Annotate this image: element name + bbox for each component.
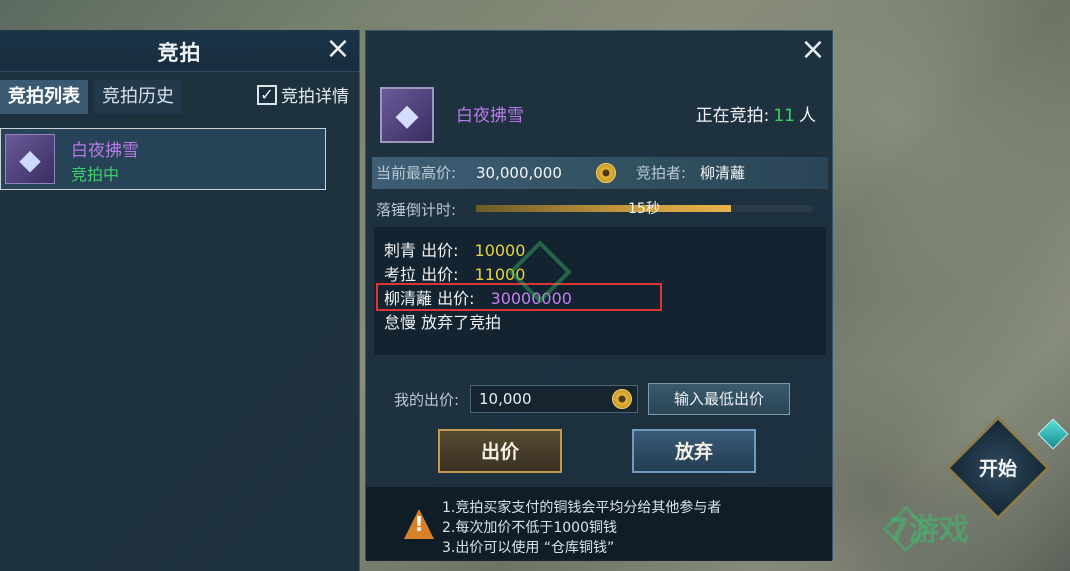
log-entry: 怠慢 放弃了竞拍 (384, 309, 501, 333)
my-bid-label: 我的出价: (394, 391, 460, 409)
item-icon: ◆ (5, 134, 55, 184)
checkbox-checked-icon[interactable]: ✓ (257, 84, 277, 105)
close-icon[interactable]: × (323, 34, 353, 65)
bid-button[interactable]: 出价 (438, 429, 562, 473)
bidding-unit: 人 (799, 106, 816, 126)
bidding-label: 正在竞拍: (695, 106, 770, 126)
auction-list-panel: 竞拍 × 竞拍列表 竞拍历史 ✓ 竞拍详情 ◆ 白夜拂雪 竞拍中 (0, 30, 360, 571)
start-label: 开始 (978, 458, 1017, 480)
log-player: 柳清蘺 (384, 289, 433, 308)
item-status: 竞拍中 (71, 165, 120, 184)
auction-list-item[interactable]: ◆ 白夜拂雪 竞拍中 (0, 128, 326, 190)
auction-list-header: 竞拍 × (0, 30, 359, 72)
coin-icon (596, 163, 616, 183)
tip-line: 3.出价可以使用 “仓库铜钱” (442, 540, 615, 556)
bidding-count: 正在竞拍: 11 人 (696, 101, 816, 126)
item-name: 白夜拂雪 (71, 141, 139, 161)
log-entry: 考拉 出价: 11000 (384, 261, 525, 285)
log-action: 放弃了竞拍 (421, 313, 502, 332)
tips-area: ! 1.竞拍买家支付的铜钱会平均分给其他参与者 2.每次加价不低于1000铜钱 … (366, 487, 832, 561)
current-price-label: 当前最高价: (376, 164, 457, 182)
current-price-value: 30,000,000 (476, 164, 562, 182)
detail-item-name: 白夜拂雪 (456, 106, 524, 126)
warning-icon: ! (404, 509, 434, 539)
log-player: 考拉 (384, 265, 417, 284)
log-value: 10000 (474, 241, 526, 260)
countdown-label: 落锤倒计时: (376, 201, 457, 219)
bid-log: 刺青 出价: 10000 考拉 出价: 11000 柳清蘺 出价: 30000000 … (374, 227, 826, 355)
watermark-text: 7游戏 (888, 513, 969, 548)
log-action: 出价: (421, 265, 459, 284)
bidder-label: 竞拍者: (636, 164, 687, 182)
tip-line: 1.竞拍买家支付的铜钱会平均分给其他参与者 (442, 500, 722, 516)
log-action: 出价: (437, 289, 475, 308)
coin-icon (612, 389, 632, 409)
auction-detail-label: 竞拍详情 (281, 87, 349, 107)
log-entry: 刺青 出价: 10000 (384, 237, 525, 261)
bidding-number: 11 (773, 106, 795, 126)
auction-detail-panel: × ◆ 白夜拂雪 正在竞拍: 11 人 当前最高价: 30,000,000 竞拍者:… (365, 30, 833, 561)
bidder-name: 柳清蘺 (700, 164, 746, 182)
log-player: 刺青 (384, 241, 417, 260)
current-price-bar: 当前最高价: 30,000,000 竞拍者: 柳清蘺 (372, 157, 828, 189)
log-player: 怠慢 (384, 313, 417, 332)
tab-auction-list[interactable]: 竞拍列表 (0, 80, 88, 114)
abandon-button[interactable]: 放弃 (632, 429, 756, 473)
countdown-text: 15秒 (628, 201, 660, 217)
auction-tabs: 竞拍列表 竞拍历史 (0, 80, 188, 114)
log-action: 出价: (421, 241, 459, 260)
tab-auction-history[interactable]: 竞拍历史 (94, 80, 182, 114)
close-icon[interactable]: × (798, 35, 828, 66)
auction-detail-toggle[interactable]: ✓ 竞拍详情 (257, 82, 349, 107)
item-icon: ◆ (380, 87, 434, 143)
tip-line: 2.每次加价不低于1000铜钱 (442, 520, 617, 536)
detail-header: × (366, 31, 832, 71)
auction-panel-title: 竞拍 (157, 41, 202, 65)
countdown-fill (476, 205, 732, 212)
min-bid-button[interactable]: 输入最低出价 (648, 383, 790, 415)
